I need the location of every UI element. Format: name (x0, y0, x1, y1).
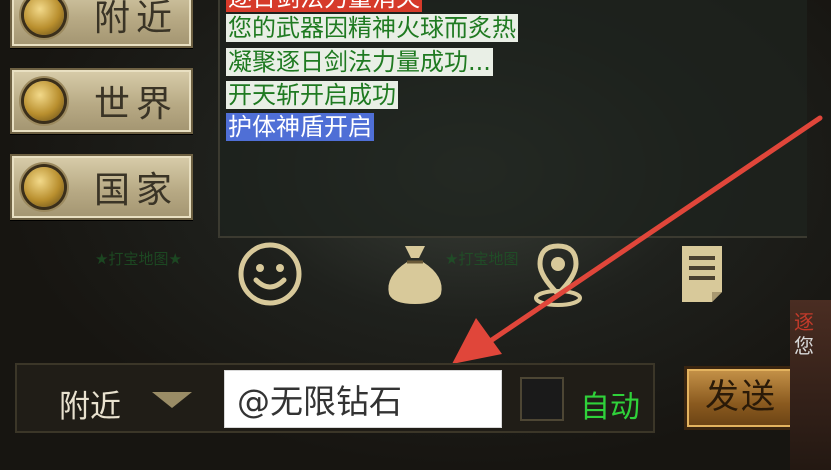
auto-checkbox[interactable] (520, 377, 564, 421)
side-panel-edge: 逐 您 (790, 300, 831, 470)
chat-message: 您的武器因精神火球而炙热 (226, 14, 518, 42)
channel-label: 国家 (94, 170, 179, 211)
channel-button-nearby[interactable]: 附近 (10, 0, 193, 48)
chat-message: 护体神盾开启 (226, 113, 374, 141)
red-arrow-annotation (452, 115, 823, 364)
channel-label: 世界 (94, 84, 179, 125)
dropdown-arrow-icon (152, 392, 192, 408)
side-text: 您 (794, 334, 814, 358)
auto-label: 自动 (580, 390, 640, 425)
chat-message: 凝聚逐日剑法力量成功... (226, 48, 493, 76)
chat-input-bar: 附近 自动 (15, 363, 655, 433)
knob-icon (24, 81, 64, 121)
knob-icon (24, 0, 64, 35)
channel-button-world[interactable]: 世界 (10, 68, 193, 134)
send-button[interactable]: 发送 (684, 366, 798, 430)
channel-button-country[interactable]: 国家 (10, 154, 193, 220)
chat-message: 开天斩开启成功 (226, 81, 398, 109)
channel-label: 附近 (94, 0, 179, 39)
background-ghost-text: ★打宝地图★ (95, 250, 182, 268)
item-bag-icon[interactable] (383, 240, 447, 306)
chat-message: 逐日剑法力量消失 (226, 0, 422, 12)
emoji-smiley-icon[interactable] (236, 240, 304, 308)
channel-select-label: 附近 (59, 389, 121, 425)
chat-message-input[interactable] (224, 370, 502, 428)
knob-icon (24, 167, 64, 207)
